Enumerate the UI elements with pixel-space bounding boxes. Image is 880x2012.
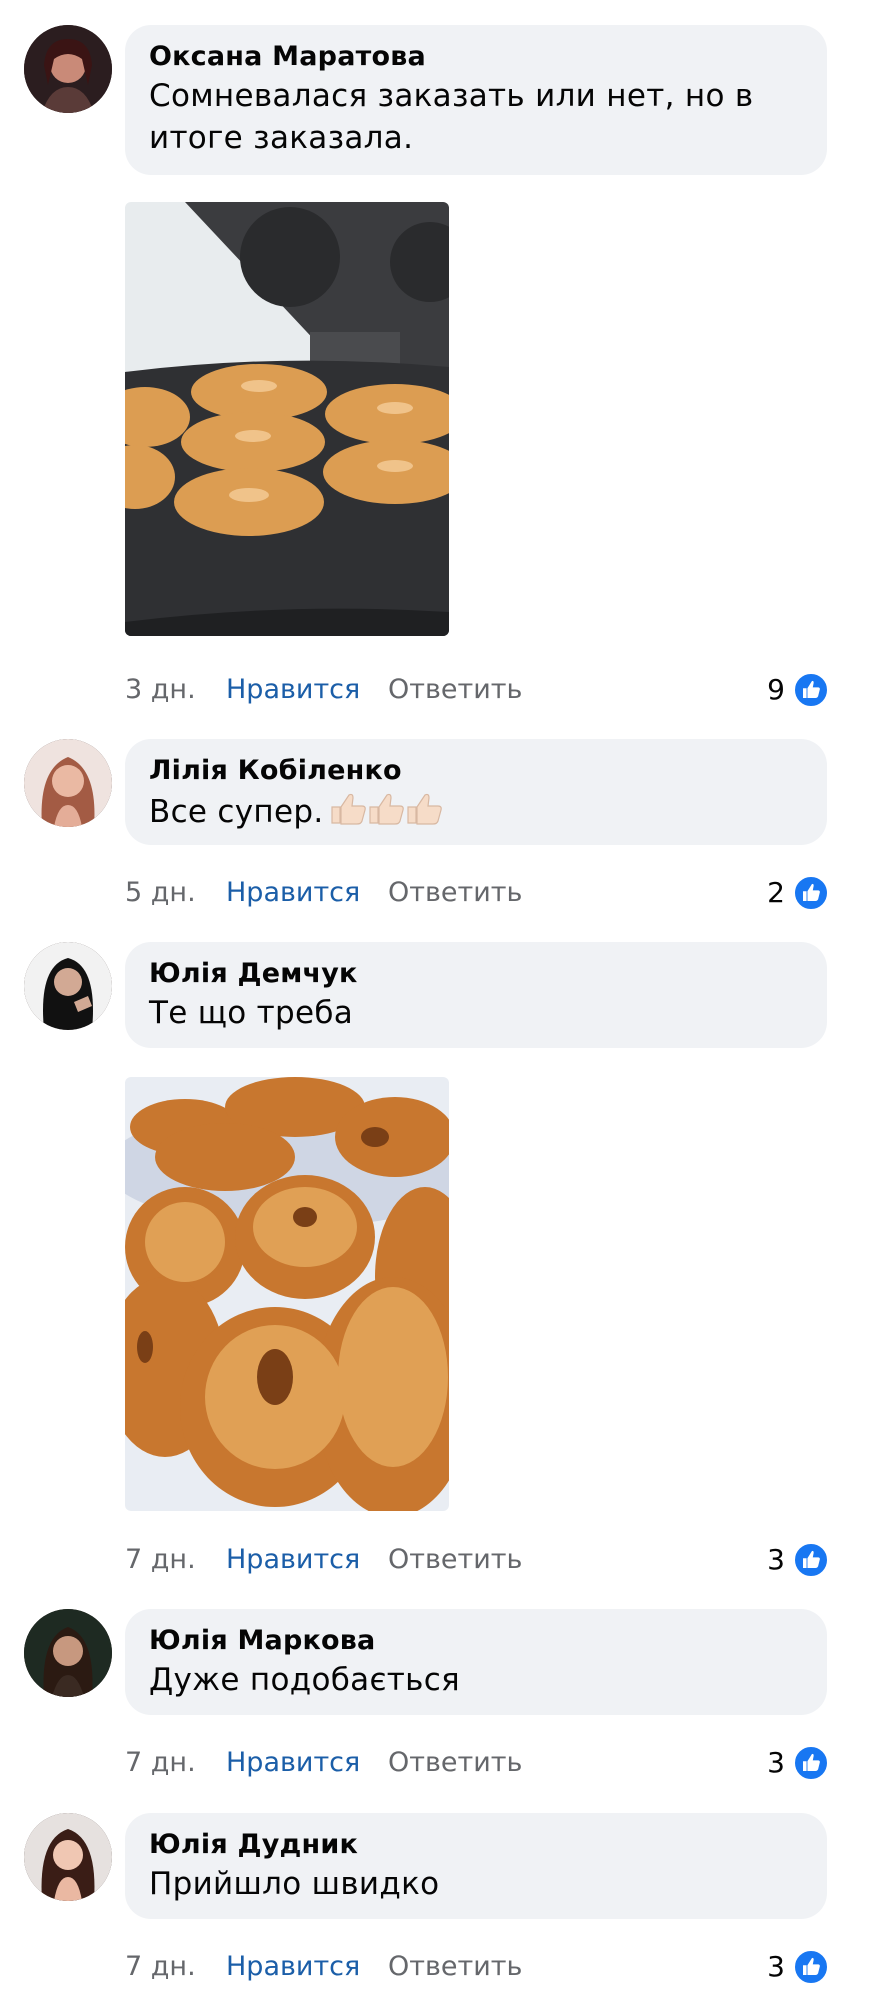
thumbs-up-icon[interactable] <box>793 1542 829 1578</box>
comment-bubble: Юлія Маркова Дуже подобається <box>125 1609 827 1715</box>
avatar[interactable] <box>24 1813 112 1901</box>
like-count[interactable]: 3 <box>767 1540 785 1580</box>
thumbs-up-icon[interactable] <box>793 875 829 911</box>
comment-text: Дуже подобається <box>149 1662 461 1698</box>
reply-link[interactable]: Ответить <box>388 1743 522 1783</box>
like-link[interactable]: Нравится <box>226 1743 360 1783</box>
like-count[interactable]: 3 <box>767 1743 785 1783</box>
thumbs-up-icon[interactable] <box>793 672 829 708</box>
like-link[interactable]: Нравится <box>226 670 360 710</box>
like-count[interactable]: 2 <box>767 873 785 913</box>
comment-bubble: Юлія Дудник Прийшло швидко <box>125 1813 827 1919</box>
comment-text: Прийшло швидко <box>149 1866 440 1902</box>
comment-author[interactable]: Оксана Маратова <box>149 39 803 75</box>
like-count[interactable]: 3 <box>767 1947 785 1987</box>
avatar[interactable] <box>24 739 112 827</box>
thumbs-up-icon[interactable] <box>793 1745 829 1781</box>
comment-text: Те що треба <box>149 995 354 1031</box>
comment-author[interactable]: Юлія Маркова <box>149 1623 803 1659</box>
comment-bubble: Юлія Демчук Те що треба <box>125 942 827 1048</box>
avatar[interactable] <box>24 25 112 113</box>
comment-bubble: Лілія Кобіленко Все супер. <box>125 739 827 845</box>
thumbs-up-emoji-icon <box>328 789 448 838</box>
comment-time[interactable]: 5 дн. <box>125 873 196 913</box>
comment-text: Сомневалася заказать или нет, но в итоге… <box>149 78 754 156</box>
comment-author[interactable]: Юлія Дудник <box>149 1827 803 1863</box>
comment-author[interactable]: Лілія Кобіленко <box>149 753 803 789</box>
reply-link[interactable]: Ответить <box>388 670 522 710</box>
comment-bubble: Оксана Маратова Сомневалася заказать или… <box>125 25 827 175</box>
avatar[interactable] <box>24 942 112 1030</box>
comment-actions: 5 дн. Нравится Ответить 2 <box>125 873 845 913</box>
reply-link[interactable]: Ответить <box>388 873 522 913</box>
comment-photo-donut-maker[interactable] <box>125 202 449 636</box>
like-link[interactable]: Нравится <box>226 1540 360 1580</box>
comment-actions: 7 дн. Нравится Ответить 3 <box>125 1743 845 1783</box>
comment-time[interactable]: 7 дн. <box>125 1540 196 1580</box>
reply-link[interactable]: Ответить <box>388 1947 522 1987</box>
like-link[interactable]: Нравится <box>226 1947 360 1987</box>
comment-time[interactable]: 3 дн. <box>125 670 196 710</box>
comment-text-content: Все супер. <box>149 794 324 830</box>
comment-actions: 7 дн. Нравится Ответить 3 <box>125 1540 845 1580</box>
comment-photo-donuts[interactable] <box>125 1077 449 1511</box>
comment-time[interactable]: 7 дн. <box>125 1743 196 1783</box>
comment-time[interactable]: 7 дн. <box>125 1947 196 1987</box>
comment-author[interactable]: Юлія Демчук <box>149 956 803 992</box>
thumbs-up-icon[interactable] <box>793 1949 829 1985</box>
like-count[interactable]: 9 <box>767 670 785 710</box>
comment-actions: 7 дн. Нравится Ответить 3 <box>125 1947 845 1987</box>
comment-actions: 3 дн. Нравится Ответить 9 <box>125 670 845 710</box>
avatar[interactable] <box>24 1609 112 1697</box>
like-link[interactable]: Нравится <box>226 873 360 913</box>
reply-link[interactable]: Ответить <box>388 1540 522 1580</box>
comment-text: Все супер. <box>149 789 803 838</box>
